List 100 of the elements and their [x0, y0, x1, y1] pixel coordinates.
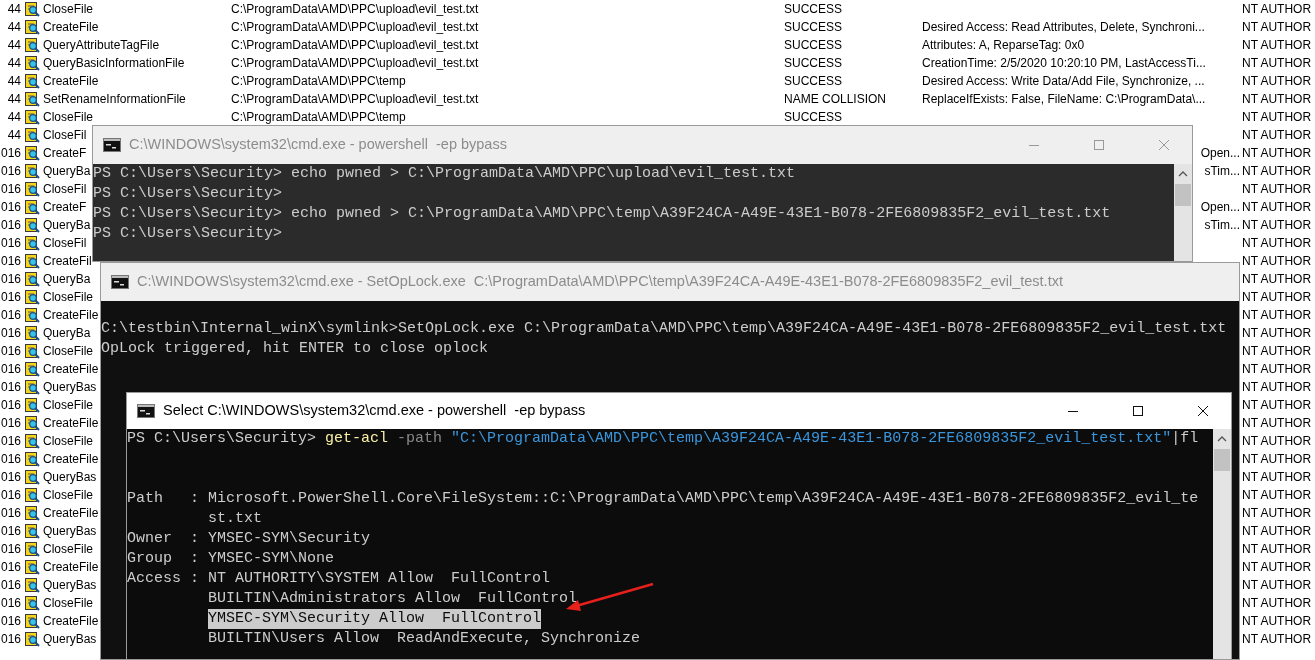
table-cell: CreateFil — [43, 254, 92, 268]
table-cell: NT AUTHOR — [1242, 344, 1312, 358]
file-magnifier-icon — [24, 217, 40, 233]
table-cell: NT AUTHOR — [1242, 398, 1312, 412]
close-icon — [1157, 139, 1170, 151]
file-magnifier-icon — [24, 379, 40, 395]
maximize-icon — [1092, 139, 1105, 151]
table-cell: CreateFile — [43, 74, 99, 88]
file-magnifier-icon — [24, 577, 40, 593]
property-name: Path — [127, 490, 163, 507]
table-cell: CreateFile — [43, 506, 99, 520]
table-cell: NT AUTHOR — [1242, 452, 1312, 466]
table-cell: CloseFil — [43, 182, 87, 196]
table-cell-text: 44 — [7, 37, 21, 54]
table-cell-text: ReplaceIfExists: False, FileName: C:\ProgramData\... — [922, 91, 1206, 108]
file-magnifier-icon — [24, 433, 40, 449]
table-cell: CreateF — [43, 200, 87, 214]
table-cell-text: 016 — [0, 559, 21, 576]
table-cell-text: 44 — [7, 55, 21, 72]
table-cell: NT AUTHOR — [1242, 146, 1312, 160]
file-magnifier-icon — [24, 253, 40, 269]
file-magnifier-icon — [24, 559, 40, 575]
table-cell-text: 016 — [0, 145, 21, 162]
table-cell: NT AUTHOR — [1242, 560, 1312, 574]
table-cell: QueryBasicInformationFile — [43, 56, 185, 70]
table-cell-text: sTim... — [1204, 163, 1240, 180]
separator: : — [190, 570, 199, 587]
table-cell-text: 016 — [0, 613, 21, 630]
console-icon — [103, 138, 121, 152]
property-name: Group — [127, 550, 172, 567]
table-cell: NT AUTHOR — [1242, 2, 1312, 16]
table-cell: CloseFile — [43, 488, 93, 502]
table-cell: CreateFile — [43, 362, 99, 376]
file-magnifier-icon — [24, 451, 40, 467]
table-cell-text: 016 — [0, 325, 21, 342]
table-cell-text: Attributes: A, ReparseTag: 0x0 — [922, 37, 1085, 54]
table-cell-text: 44 — [7, 73, 21, 90]
file-magnifier-icon — [24, 505, 40, 521]
file-magnifier-icon — [24, 397, 40, 413]
selected-text: YMSEC-SYM\Security Allow FullControl — [208, 609, 542, 629]
file-magnifier-icon — [24, 289, 40, 305]
table-cell: NT AUTHOR — [1242, 236, 1312, 250]
scrollbar-thumb[interactable] — [1214, 449, 1230, 471]
table-cell: C:\ProgramData\AMD\PPC\upload\evil_test.txt — [231, 2, 479, 16]
table-cell: SUCCESS — [784, 38, 842, 52]
table-cell: SUCCESS — [784, 20, 842, 34]
table-cell: NAME COLLISION — [784, 92, 887, 106]
table-cell: CloseFile — [43, 434, 93, 448]
table-cell: NT AUTHOR — [1242, 110, 1312, 124]
table-cell: CreateFile — [43, 614, 99, 628]
table-cell-text: 016 — [0, 469, 21, 486]
table-cell-text: Open... — [1200, 145, 1240, 162]
table-cell: NT AUTHOR — [1242, 92, 1312, 106]
file-magnifier-icon — [24, 1, 40, 17]
table-cell: NT AUTHOR — [1242, 20, 1312, 34]
table-cell-text: 016 — [0, 379, 21, 396]
table-cell: NT AUTHOR — [1242, 164, 1312, 178]
table-cell: CreateFile — [43, 308, 99, 322]
table-cell: SUCCESS — [784, 110, 842, 124]
table-cell-text: 016 — [0, 343, 21, 360]
file-magnifier-icon — [24, 343, 40, 359]
property-value: Microsoft.PowerShell.Core\FileSystem::C:\ProgramData\AMD\PPC\temp\A39F24CA-A49E-43E1-B078-2FE6809835F2_evil_te — [208, 489, 1199, 509]
close-icon — [1196, 405, 1209, 417]
property-name: Access — [127, 570, 181, 587]
table-cell-text: 016 — [0, 361, 21, 378]
file-magnifier-icon — [24, 109, 40, 125]
file-magnifier-icon — [24, 631, 40, 647]
console-icon — [137, 404, 155, 418]
property-value: st.txt — [208, 509, 262, 529]
table-cell: CloseFile — [43, 290, 93, 304]
table-cell: QueryBas — [43, 380, 97, 394]
separator: : — [190, 530, 199, 547]
table-cell-text: 016 — [0, 433, 21, 450]
table-cell: NT AUTHOR — [1242, 434, 1312, 448]
table-cell: NT AUTHOR — [1242, 182, 1312, 196]
table-cell-text: 016 — [0, 235, 21, 252]
table-cell: C:\ProgramData\AMD\PPC\upload\evil_test.txt — [231, 38, 479, 52]
table-cell: QueryBa — [43, 272, 91, 286]
table-cell: QueryBas — [43, 578, 97, 592]
table-cell: NT AUTHOR — [1242, 308, 1312, 322]
table-cell-text: CreationTime: 2/5/2020 10:20:10 PM, LastAccessTi... — [922, 55, 1206, 72]
table-cell-text: Desired Access: Read Attributes, Delete, Synchroni... — [922, 19, 1205, 36]
file-magnifier-icon — [24, 541, 40, 557]
file-magnifier-icon — [24, 595, 40, 611]
table-cell-text: 44 — [7, 19, 21, 36]
table-cell: C:\ProgramData\AMD\PPC\temp — [231, 74, 406, 88]
table-cell-text: 016 — [0, 163, 21, 180]
table-cell: NT AUTHOR — [1242, 128, 1312, 142]
table-cell: NT AUTHOR — [1242, 488, 1312, 502]
table-cell-text: 016 — [0, 271, 21, 288]
table-cell: QueryBas — [43, 470, 97, 484]
file-magnifier-icon — [24, 37, 40, 53]
table-cell: NT AUTHOR — [1242, 272, 1312, 286]
table-cell-text: 44 — [7, 127, 21, 144]
scrollbar-thumb[interactable] — [1175, 184, 1191, 206]
file-magnifier-icon — [24, 361, 40, 377]
file-magnifier-icon — [24, 91, 40, 107]
file-magnifier-icon — [24, 181, 40, 197]
table-cell: NT AUTHOR — [1242, 218, 1312, 232]
table-cell: NT AUTHOR — [1242, 596, 1312, 610]
